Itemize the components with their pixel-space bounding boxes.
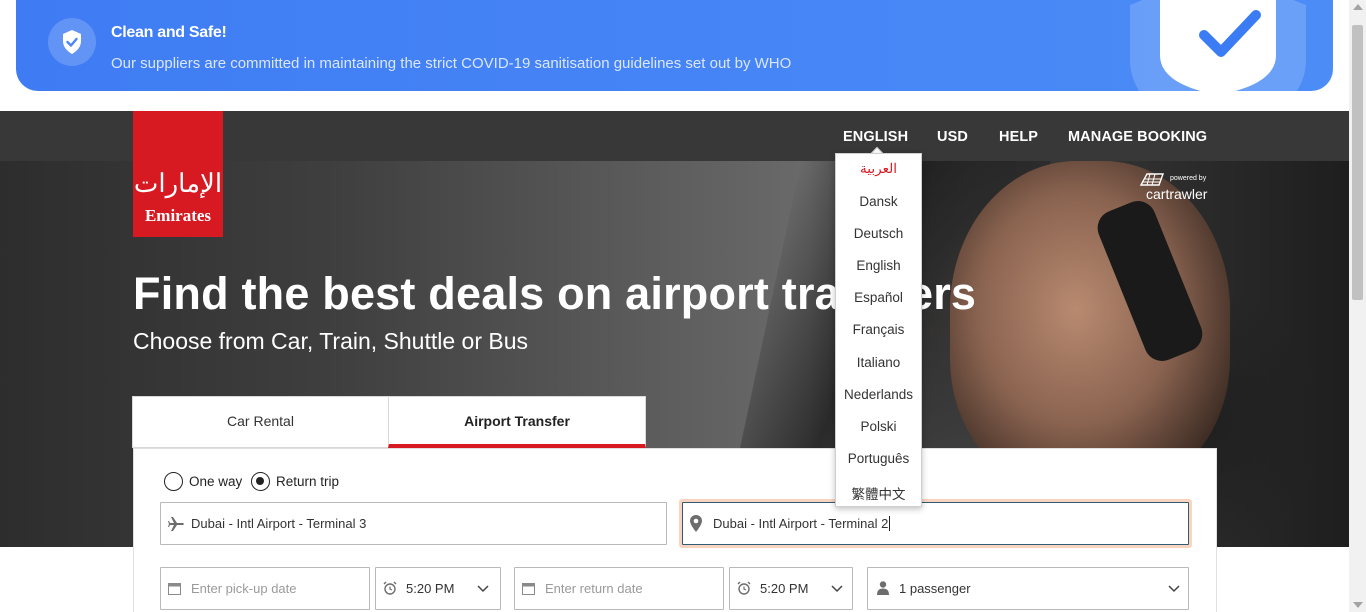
logo-text: Emirates (144, 206, 212, 225)
alarm-clock-icon (737, 581, 751, 595)
scroll-down-arrow-icon[interactable] (1353, 602, 1363, 608)
emirates-logo[interactable]: ﺍﻹﻣﺎﺭﺍﺕ Emirates (133, 111, 223, 237)
pickup-date-placeholder: Enter pick-up date (191, 581, 297, 596)
banner-text: Our suppliers are committed in maintaini… (111, 55, 792, 72)
calendar-icon (522, 583, 535, 595)
scrollbar-thumb[interactable] (1352, 25, 1363, 300)
return-trip-label: Return trip (276, 474, 340, 489)
person-icon (877, 581, 889, 595)
language-option-nederlands[interactable]: Nederlands (836, 387, 921, 402)
page-subtitle: Choose from Car, Train, Shuttle or Bus (133, 328, 529, 354)
chevron-down-icon (831, 585, 843, 593)
shield-decoration-icon (1130, 0, 1306, 91)
language-option-chinese-traditional[interactable]: 繁體中文 (836, 483, 921, 503)
return-date-placeholder: Enter return date (545, 581, 643, 596)
alarm-clock-icon (383, 581, 397, 595)
scroll-up-arrow-icon[interactable] (1353, 4, 1363, 10)
return-time-select[interactable]: 5:20 PM (729, 567, 853, 610)
dropoff-location-field[interactable]: Dubai - Intl Airport - Terminal 2 (682, 502, 1189, 545)
return-trip-radio[interactable] (251, 472, 270, 491)
dropoff-location-value: Dubai - Intl Airport - Terminal 2 (713, 516, 891, 531)
language-option-polski[interactable]: Polski (836, 419, 921, 434)
language-option-deutsch[interactable]: Deutsch (836, 226, 921, 241)
return-date-field[interactable]: Enter return date (514, 567, 724, 610)
return-time-value: 5:20 PM (760, 581, 809, 596)
pickup-time-select[interactable]: 5:20 PM (375, 567, 501, 610)
one-way-label: One way (189, 474, 243, 489)
currency-selector[interactable]: USD (937, 129, 968, 145)
language-option-francais[interactable]: Français (836, 322, 921, 337)
language-option-espanol[interactable]: Español (836, 290, 921, 305)
language-dropdown: العربية Dansk Deutsch English Español Fr… (835, 153, 922, 507)
cartrawler-name: cartrawler (1146, 186, 1208, 202)
language-option-portugues[interactable]: Português (836, 451, 921, 466)
passenger-value: 1 passenger (899, 581, 971, 596)
language-selector[interactable]: ENGLISH (843, 129, 908, 145)
manage-booking-link[interactable]: MANAGE BOOKING (1068, 129, 1207, 145)
pickup-location-field[interactable]: Dubai - Intl Airport - Terminal 3 (160, 502, 667, 545)
language-option-dansk[interactable]: Dansk (836, 194, 921, 209)
logo-arabic-mark: ﺍﻹﻣﺎﺭﺍﺕ (133, 169, 223, 198)
one-way-radio[interactable] (164, 472, 183, 491)
chevron-down-icon (477, 585, 489, 593)
language-option-italiano[interactable]: Italiano (836, 355, 921, 370)
tab-airport-transfer[interactable]: Airport Transfer (388, 396, 646, 448)
tab-car-rental[interactable]: Car Rental (132, 396, 389, 448)
chevron-down-icon (1168, 585, 1180, 593)
banner-title: Clean and Safe! (111, 24, 227, 41)
language-option-arabic[interactable]: العربية (836, 161, 921, 177)
calendar-icon (168, 583, 181, 595)
help-link[interactable]: HELP (999, 129, 1038, 145)
pickup-date-field[interactable]: Enter pick-up date (160, 567, 370, 610)
passenger-select[interactable]: 1 passenger (867, 567, 1189, 610)
pickup-location-value: Dubai - Intl Airport - Terminal 3 (191, 516, 367, 531)
covid-banner: Clean and Safe! Our suppliers are commit… (16, 0, 1333, 91)
powered-by-label: powered by (1170, 175, 1207, 182)
location-pin-icon (690, 515, 702, 532)
language-option-english[interactable]: English (836, 258, 921, 273)
pickup-time-value: 5:20 PM (406, 581, 455, 596)
plane-icon (168, 517, 184, 531)
shield-check-icon (48, 18, 96, 66)
